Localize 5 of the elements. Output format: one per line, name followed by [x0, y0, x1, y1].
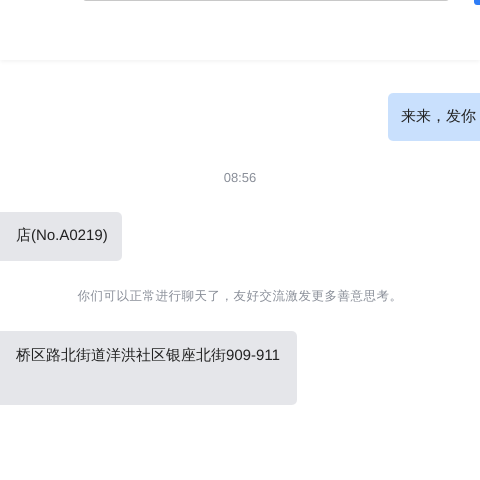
message-bubble: 桥区路北街道洋洪社区银座北街909-911: [0, 331, 297, 405]
timestamp: 08:56: [224, 170, 256, 185]
system-notice: 你们可以正常进行聊天了，友好交流激发更多善意思考。: [78, 288, 402, 305]
message-bubble: 来来，发你: [388, 93, 480, 141]
message-bubble: 店(No.A0219): [0, 212, 122, 261]
